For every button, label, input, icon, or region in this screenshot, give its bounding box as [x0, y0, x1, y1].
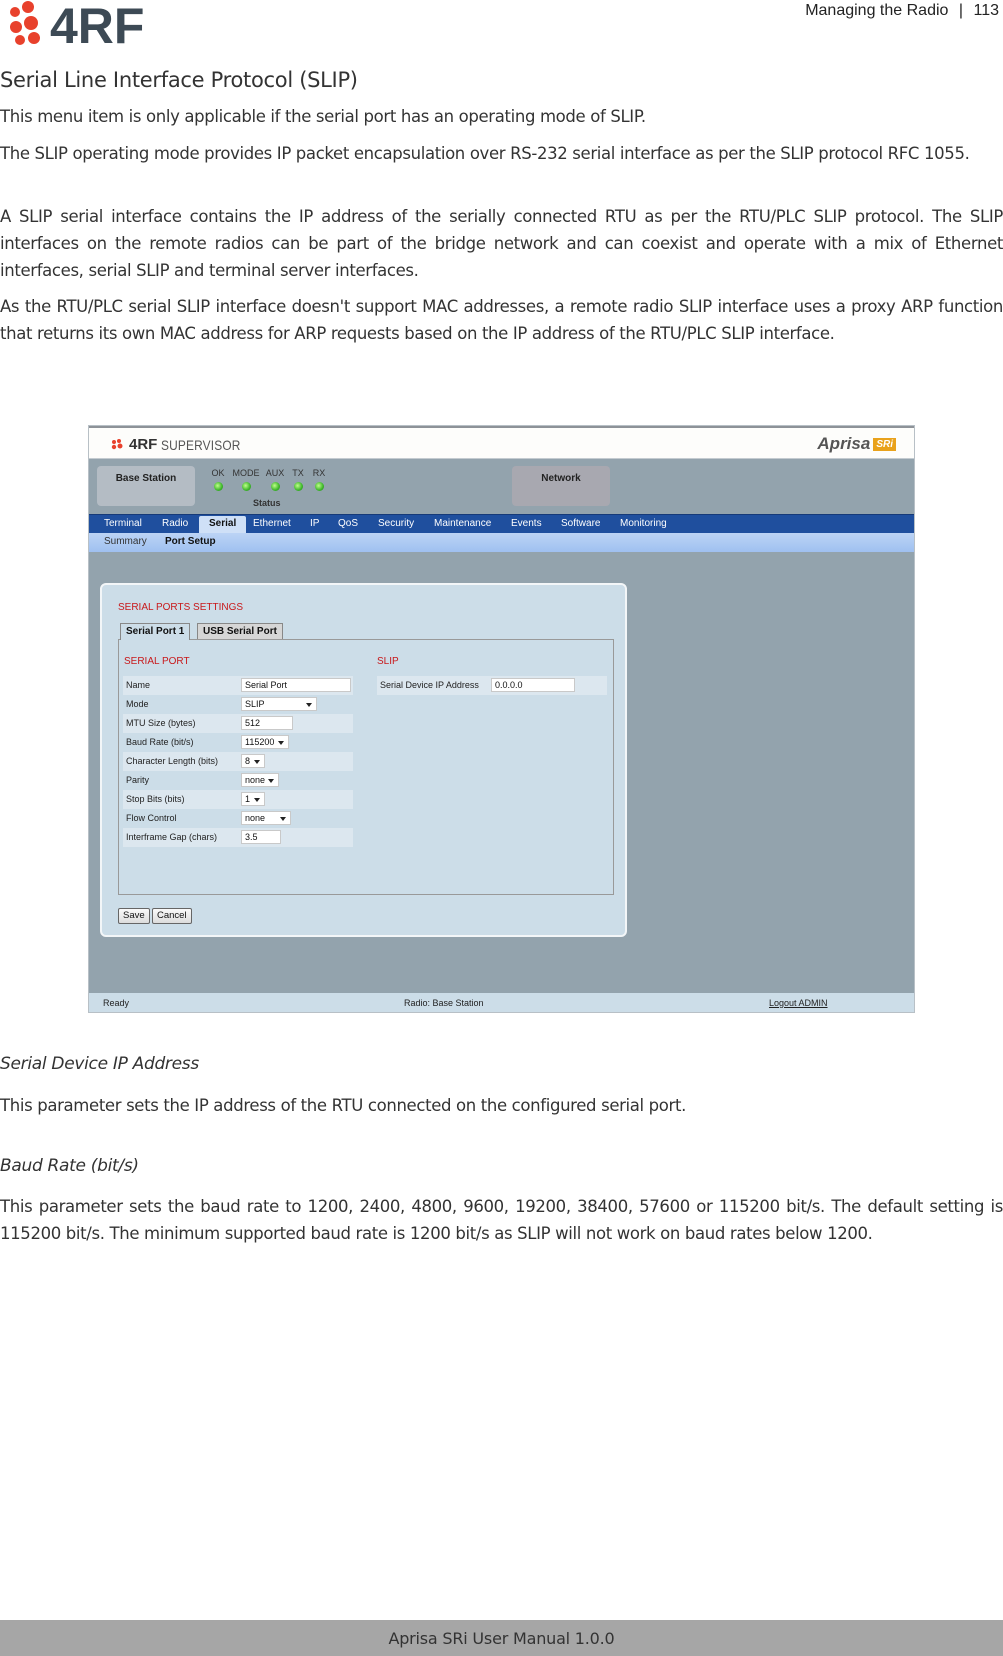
station-label: Base Station	[115, 473, 177, 484]
main-nav: Terminal Radio Serial Ethernet IP QoS Se…	[89, 514, 914, 534]
header-separator: |	[958, 2, 964, 19]
brand-badge: SRi	[873, 437, 896, 451]
tab-usb-serial-port[interactable]: USB Serial Port	[197, 623, 283, 639]
supervisor-logo: 4RF SUPERVISOR	[111, 436, 255, 453]
page-number: 113	[973, 2, 999, 19]
row-interframe-gap: Interframe Gap (chars) 3.5	[123, 828, 353, 847]
nav-ip[interactable]: IP	[310, 518, 319, 529]
serial-device-ip-input[interactable]: 0.0.0.0	[491, 678, 575, 692]
nav-security[interactable]: Security	[378, 518, 414, 529]
interframe-gap-input[interactable]: 3.5	[241, 830, 281, 844]
row-char-length: Character Length (bits) 8	[123, 752, 353, 771]
parity-select[interactable]: none	[241, 773, 279, 787]
status-bar: Ready Radio: Base Station Logout ADMIN	[89, 993, 914, 1012]
slip-heading: SLIP	[377, 656, 399, 667]
mtu-input[interactable]: 512	[241, 716, 293, 730]
logout-link[interactable]: Logout ADMIN	[769, 998, 828, 1008]
subheading-baud-rate: Baud Rate (bit/s)	[0, 1156, 139, 1176]
nav-ethernet[interactable]: Ethernet	[253, 518, 291, 529]
row-name: Name Serial Port	[123, 676, 353, 695]
cancel-button[interactable]: Cancel	[152, 908, 192, 924]
page-header: Managing the Radio | 113	[805, 2, 999, 20]
svg-text:4RF: 4RF	[50, 0, 144, 46]
led-indicator-icon	[314, 482, 324, 491]
subnav-port-setup[interactable]: Port Setup	[165, 536, 216, 547]
tab-content: SERIAL PORT SLIP Name Serial Port Mode S…	[118, 639, 614, 895]
led-rx: RX	[304, 468, 334, 491]
4rf-logo-icon: 4RF	[10, 0, 144, 54]
app-name: SUPERVISOR	[161, 436, 241, 453]
save-button[interactable]: Save	[118, 908, 150, 924]
nav-events[interactable]: Events	[511, 518, 542, 529]
row-serial-device-ip: Serial Device IP Address 0.0.0.0	[377, 676, 607, 695]
chevron-down-icon	[278, 741, 284, 745]
nav-serial[interactable]: Serial	[199, 516, 247, 534]
4rf-dots-icon	[111, 438, 123, 449]
serial-port-heading: SERIAL PORT	[124, 656, 190, 667]
sub-nav: Summary Port Setup	[89, 533, 914, 552]
station-box[interactable]: Base Station	[97, 466, 195, 506]
subheading-serial-device-ip: Serial Device IP Address	[0, 1054, 199, 1074]
status-ready: Ready	[103, 998, 130, 1008]
brand-logo: Aprisa SRi	[817, 434, 896, 454]
row-stop-bits: Stop Bits (bits) 1	[123, 790, 353, 809]
paragraph: The SLIP operating mode provides IP pack…	[0, 144, 970, 163]
tab-serial-port-1[interactable]: Serial Port 1	[120, 623, 191, 640]
company-logo: 4RF	[6, 0, 186, 54]
nav-maintenance[interactable]: Maintenance	[434, 518, 491, 529]
paragraph: This parameter sets the baud rate to 120…	[0, 1197, 1003, 1243]
paragraph: This parameter sets the IP address of th…	[0, 1096, 686, 1115]
app-header: 4RF SUPERVISOR Aprisa SRi	[89, 426, 914, 459]
row-flow-control: Flow Control none	[123, 809, 353, 828]
brand-name: Aprisa	[817, 434, 871, 453]
chevron-down-icon	[254, 798, 260, 802]
status-radio: Radio: Base Station	[404, 998, 484, 1008]
section-title: Serial Line Interface Protocol (SLIP)	[0, 68, 358, 92]
supervisor-screenshot: 4RF SUPERVISOR Aprisa SRi Base Station O…	[88, 425, 915, 1013]
mode-select[interactable]: SLIP	[241, 697, 317, 711]
led-indicator-icon	[293, 482, 303, 491]
paragraph: This menu item is only applicable if the…	[0, 107, 646, 126]
chevron-down-icon	[306, 703, 312, 707]
page-footer: Aprisa SRi User Manual 1.0.0	[0, 1620, 1003, 1656]
network-label: Network	[541, 473, 581, 484]
panel-title: SERIAL PORTS SETTINGS	[118, 602, 244, 613]
stop-bits-select[interactable]: 1	[241, 792, 265, 806]
header-section: Managing the Radio	[805, 2, 949, 19]
row-mode: Mode SLIP	[123, 695, 353, 714]
app-logo-text: 4RF	[129, 436, 158, 453]
chevron-down-icon	[280, 817, 286, 821]
led-indicator-icon	[270, 482, 280, 491]
chevron-down-icon	[254, 760, 260, 764]
led-indicator-icon	[213, 482, 223, 491]
subnav-summary[interactable]: Summary	[104, 536, 147, 547]
nav-qos[interactable]: QoS	[338, 518, 358, 529]
network-box[interactable]: Network	[512, 466, 610, 506]
nav-monitoring[interactable]: Monitoring	[620, 518, 667, 529]
nav-radio[interactable]: Radio	[162, 518, 188, 529]
led-ok: OK	[203, 468, 233, 491]
row-mtu: MTU Size (bytes) 512	[123, 714, 353, 733]
nav-terminal[interactable]: Terminal	[104, 518, 142, 529]
led-mode: MODE	[231, 468, 261, 491]
char-length-select[interactable]: 8	[241, 754, 265, 768]
paragraph: As the RTU/PLC serial SLIP interface doe…	[0, 297, 1003, 343]
row-baud-rate: Baud Rate (bit/s) 115200	[123, 733, 353, 752]
led-indicator-icon	[241, 482, 251, 491]
chevron-down-icon	[268, 779, 274, 783]
serial-settings-panel: SERIAL PORTS SETTINGS Serial Port 1 USB …	[100, 583, 627, 937]
paragraph: A SLIP serial interface contains the IP …	[0, 207, 1003, 280]
status-label: Status	[253, 498, 281, 508]
flow-control-select[interactable]: none	[241, 811, 291, 825]
baud-rate-select[interactable]: 115200	[241, 735, 289, 749]
row-parity: Parity none	[123, 771, 353, 790]
name-input[interactable]: Serial Port	[241, 678, 351, 692]
nav-software[interactable]: Software	[561, 518, 600, 529]
